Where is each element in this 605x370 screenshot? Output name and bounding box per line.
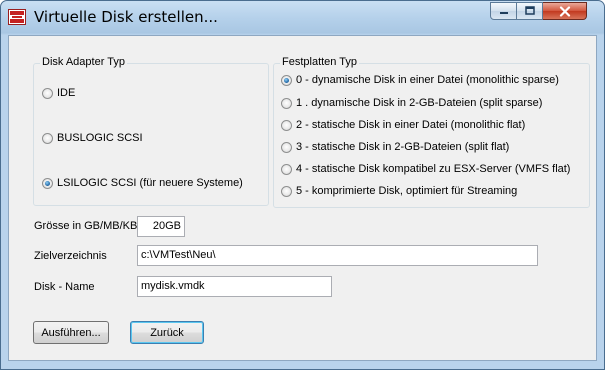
- radio-button-circle: [281, 119, 292, 131]
- radio-label: 2 - statische Disk in einer Datei (monol…: [296, 119, 526, 131]
- target-directory-label: Zielverzeichnis: [34, 250, 107, 262]
- window-title: Virtuelle Disk erstellen...: [34, 8, 218, 26]
- radio-button-circle: [42, 87, 53, 99]
- radio-label: 3 - statische Disk in 2-GB-Dateien (spli…: [296, 141, 510, 153]
- radio-label: 5 - komprimierte Disk, optimiert für Str…: [296, 185, 518, 197]
- minimize-button[interactable]: [490, 2, 517, 20]
- close-button[interactable]: [543, 2, 587, 20]
- radio-disktype-4[interactable]: 4 - statische Disk kompatibel zu ESX-Ser…: [281, 163, 570, 175]
- radio-label: LSILOGIC SCSI (für neuere Systeme): [57, 177, 243, 189]
- radio-disktype-2[interactable]: 2 - statische Disk in einer Datei (monol…: [281, 119, 525, 131]
- minimize-icon: [499, 12, 508, 14]
- radio-disktype-0[interactable]: 0 - dynamische Disk in einer Datei (mono…: [281, 74, 559, 86]
- back-button[interactable]: Zurück: [130, 321, 204, 344]
- radio-label: BUSLOGIC SCSI: [57, 132, 143, 144]
- run-button[interactable]: Ausführen...: [33, 321, 109, 344]
- radio-button-circle: [281, 185, 292, 197]
- target-directory-input[interactable]: c:\VMTest\Neu\: [137, 245, 538, 266]
- radio-label: 4 - statische Disk kompatibel zu ESX-Ser…: [296, 163, 571, 175]
- radio-disktype-5[interactable]: 5 - komprimierte Disk, optimiert für Str…: [281, 185, 517, 197]
- radio-label: 0 - dynamische Disk in einer Datei (mono…: [296, 74, 559, 86]
- radio-button-circle: [281, 74, 292, 86]
- size-label: Grösse in GB/MB/KB: [34, 220, 138, 232]
- app-icon: [8, 9, 26, 25]
- radio-button-circle: [281, 163, 292, 175]
- disk-type-group-label: Festplatten Typ: [280, 56, 360, 68]
- radio-button-circle: [42, 132, 53, 144]
- radio-disktype-1[interactable]: 1 . dynamische Disk in 2-GB-Dateien (spl…: [281, 97, 542, 109]
- disk-adapter-group-label: Disk Adapter Typ: [40, 56, 127, 68]
- radio-button-circle: [42, 177, 53, 189]
- disk-name-label: Disk - Name: [34, 281, 95, 293]
- dialog-window: Virtuelle Disk erstellen... Disk Adapter…: [0, 0, 605, 370]
- radio-button-circle: [281, 141, 292, 153]
- title-bar[interactable]: Virtuelle Disk erstellen...: [1, 1, 604, 35]
- radio-button-circle: [281, 97, 292, 109]
- radio-adapter-ide[interactable]: IDE: [42, 87, 75, 99]
- radio-disktype-3[interactable]: 3 - statische Disk in 2-GB-Dateien (spli…: [281, 141, 509, 153]
- dialog-client-area: Disk Adapter Typ IDE BUSLOGIC SCSI LSILO…: [8, 35, 597, 361]
- size-input[interactable]: 20GB: [137, 216, 185, 237]
- maximize-icon: [524, 6, 535, 15]
- radio-adapter-lsilogic[interactable]: LSILOGIC SCSI (für neuere Systeme): [42, 177, 243, 189]
- radio-adapter-buslogic[interactable]: BUSLOGIC SCSI: [42, 132, 143, 144]
- disk-name-input[interactable]: mydisk.vmdk: [137, 276, 332, 297]
- close-icon: [559, 5, 570, 17]
- radio-label: IDE: [57, 87, 76, 99]
- maximize-button[interactable]: [517, 2, 543, 20]
- radio-label: 1 . dynamische Disk in 2-GB-Dateien (spl…: [296, 97, 543, 109]
